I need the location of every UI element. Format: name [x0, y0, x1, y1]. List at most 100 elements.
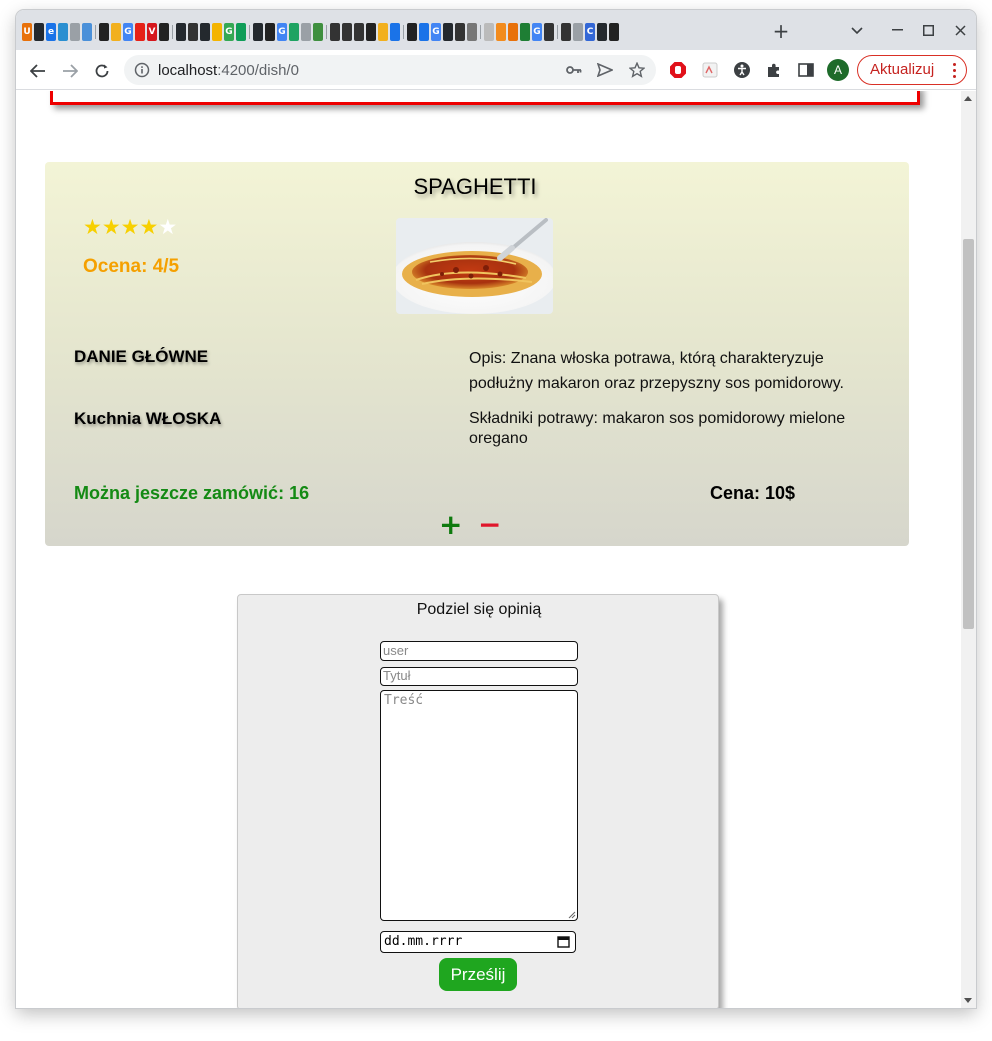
add-to-order-button[interactable]: + — [439, 511, 462, 539]
orange-square-icon[interactable] — [508, 23, 518, 41]
dish-photo — [396, 218, 553, 314]
minimize-button[interactable] — [882, 18, 912, 42]
available-prefix: Można jeszcze zamówić: — [74, 483, 290, 503]
extensions-puzzle-icon[interactable] — [764, 60, 784, 80]
close-window-button[interactable] — [945, 18, 975, 42]
bars-icon[interactable] — [407, 23, 417, 41]
date-input[interactable]: dd.mm.rrrr — [380, 931, 576, 953]
title-input[interactable]: Tytuł — [380, 667, 578, 686]
headphones-icon[interactable] — [544, 23, 554, 41]
remove-from-order-button[interactable]: − — [478, 511, 501, 539]
orange-square-icon[interactable] — [496, 23, 506, 41]
u-icon[interactable]: U — [22, 23, 32, 41]
side-panel-icon[interactable] — [796, 60, 816, 80]
bars-icon[interactable] — [265, 23, 275, 41]
v-icon[interactable]: V — [147, 23, 157, 41]
review-body-placeholder: Treść — [384, 693, 424, 708]
dish-ingredients: Składniki potrawy: makaron sos pomidorow… — [469, 409, 879, 449]
star-filled-icon[interactable]: ★ — [121, 216, 140, 238]
list-icon[interactable] — [390, 23, 400, 41]
url-text[interactable]: localhost:4200/dish/0 — [158, 62, 299, 79]
headphones-icon[interactable] — [354, 23, 364, 41]
google-icon[interactable]: G — [123, 23, 133, 41]
blue-c-icon[interactable]: C — [585, 23, 595, 41]
headphones-icon[interactable] — [330, 23, 340, 41]
stack-icon[interactable] — [289, 23, 299, 41]
calendar-icon[interactable] — [557, 935, 570, 948]
info-icon[interactable] — [134, 62, 150, 78]
available-count: Można jeszcze zamówić: 16 — [74, 483, 309, 504]
camera-icon[interactable] — [366, 23, 376, 41]
pinned-tabs: UeGVGGGGC — [22, 19, 619, 45]
github-icon[interactable] — [597, 23, 607, 41]
dot-icon[interactable] — [484, 23, 494, 41]
update-button[interactable]: Aktualizuj — [857, 55, 967, 85]
headphones-icon[interactable] — [455, 23, 465, 41]
arrows-icon[interactable] — [111, 23, 121, 41]
search-icon[interactable] — [573, 23, 583, 41]
star-filled-icon[interactable]: ★ — [102, 216, 121, 238]
github-icon[interactable] — [176, 23, 186, 41]
docs-icon[interactable] — [70, 23, 80, 41]
globe-icon[interactable] — [313, 23, 323, 41]
headphones-icon[interactable] — [188, 23, 198, 41]
page-viewport: SPAGHETTI ★ ★ ★ ★ ★ Ocena: 4/5 DANIE GŁÓ… — [16, 91, 976, 1008]
key-icon[interactable] — [564, 60, 584, 80]
chrome-icon[interactable] — [236, 23, 246, 41]
pdf-extension-icon[interactable] — [700, 60, 720, 80]
profile-avatar[interactable]: A — [827, 59, 849, 81]
bars-icon[interactable] — [99, 23, 109, 41]
tab-search-button[interactable] — [846, 20, 868, 42]
bars-icon[interactable] — [159, 23, 169, 41]
arrows-icon[interactable] — [378, 23, 388, 41]
back-button[interactable] — [25, 58, 51, 84]
github-icon[interactable] — [200, 23, 210, 41]
search-icon[interactable] — [301, 23, 311, 41]
github-icon[interactable] — [34, 23, 44, 41]
maximize-button[interactable] — [913, 18, 943, 42]
edge-icon[interactable]: e — [46, 23, 56, 41]
resize-grip-icon[interactable] — [568, 911, 576, 919]
arrow-left-icon — [30, 64, 45, 78]
star-filled-icon[interactable]: ★ — [139, 216, 158, 238]
forward-button[interactable] — [57, 58, 83, 84]
edge-icon[interactable] — [58, 23, 68, 41]
close-icon — [954, 24, 966, 36]
star-bookmark-icon[interactable] — [627, 60, 647, 80]
github-icon[interactable] — [253, 23, 263, 41]
send-icon[interactable] — [595, 60, 615, 80]
green-circle-icon[interactable] — [520, 23, 530, 41]
adblock-icon[interactable] — [668, 60, 688, 80]
bars-icon[interactable] — [609, 23, 619, 41]
google-icon[interactable]: G — [532, 23, 542, 41]
rating-text: Ocena: 4/5 — [83, 256, 180, 277]
browser-toolbar: localhost:4200/dish/0 A Aktualizuj — [16, 50, 976, 90]
headphones-icon[interactable] — [342, 23, 352, 41]
google-icon[interactable]: G — [224, 23, 234, 41]
list-icon[interactable] — [419, 23, 429, 41]
scroll-down-arrow-icon[interactable] — [964, 998, 972, 1003]
browser-window: UeGVGGGGC + localhost:4200/dish/0 A Aktu… — [16, 10, 976, 1008]
star-empty-icon[interactable]: ★ — [158, 216, 177, 238]
folder-icon[interactable] — [212, 23, 222, 41]
person-icon[interactable] — [82, 23, 92, 41]
grid-icon[interactable] — [467, 23, 477, 41]
google-icon[interactable]: G — [277, 23, 287, 41]
reload-button[interactable] — [89, 58, 115, 84]
scroll-thumb[interactable] — [963, 239, 974, 629]
address-bar[interactable]: localhost:4200/dish/0 — [124, 55, 656, 85]
rating-stars[interactable]: ★ ★ ★ ★ ★ — [83, 216, 177, 238]
github-icon[interactable] — [443, 23, 453, 41]
arrow-right-icon — [63, 64, 78, 78]
review-body-textarea[interactable]: Treść — [380, 690, 578, 921]
scroll-up-arrow-icon[interactable] — [964, 96, 972, 101]
submit-review-button[interactable]: Prześlij — [439, 958, 517, 991]
new-tab-button[interactable]: + — [770, 20, 792, 42]
user-input[interactable]: user — [380, 641, 578, 661]
accessibility-icon[interactable] — [732, 60, 752, 80]
star-filled-icon[interactable]: ★ — [83, 216, 102, 238]
page-scrollbar[interactable] — [961, 91, 976, 1008]
headphones-icon[interactable] — [561, 23, 571, 41]
google-icon[interactable]: G — [431, 23, 441, 41]
youtube-icon[interactable] — [135, 23, 145, 41]
